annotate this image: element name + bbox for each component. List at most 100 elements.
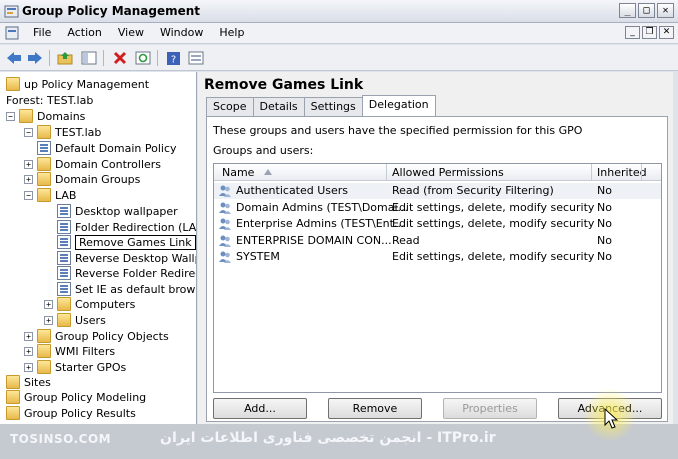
column-divider[interactable] xyxy=(641,164,642,181)
table-row[interactable]: SYSTEM Edit settings, delete, modify secu… xyxy=(214,249,661,265)
tree-item[interactable]: Group Policy Modeling xyxy=(6,389,146,405)
cell-inherited: No xyxy=(597,184,612,197)
table-row[interactable]: ENTERPRISE DOMAIN CON... Read No xyxy=(214,233,661,249)
tree-item[interactable]: + Users xyxy=(44,312,106,328)
tree-item[interactable]: + Computers xyxy=(44,296,135,312)
menu-view[interactable]: View xyxy=(110,26,152,39)
tree-item-label: Domains xyxy=(37,109,86,123)
tree-item[interactable]: Folder Redirection (LAB) xyxy=(44,219,197,235)
minimize-button[interactable]: _ xyxy=(619,3,636,18)
toolbar-separator xyxy=(157,50,158,66)
child-minimize-button[interactable]: _ xyxy=(625,26,640,39)
properties-button[interactable]: Properties xyxy=(443,398,537,419)
column-divider[interactable] xyxy=(591,164,592,181)
back-arrow-icon[interactable] xyxy=(5,49,23,67)
expand-icon[interactable]: + xyxy=(24,362,33,372)
tree-item-label: TEST.lab xyxy=(55,125,102,139)
cell-inherited: No xyxy=(597,250,612,263)
column-allowed-permissions[interactable]: Allowed Permissions xyxy=(392,166,504,179)
delegation-description: These groups and users have the specifie… xyxy=(213,124,583,137)
expand-icon[interactable]: + xyxy=(24,174,33,184)
console-tree[interactable]: up Policy Management Forest: TEST.lab − Dom… xyxy=(0,72,197,424)
tree-item[interactable]: Forest: TEST.lab xyxy=(6,92,93,108)
tree-item[interactable]: − Domains xyxy=(6,108,85,124)
tab-delegation[interactable]: Delegation xyxy=(361,95,436,116)
expand-icon[interactable]: + xyxy=(44,299,53,309)
table-row[interactable]: Authenticated Users Read (from Security F… xyxy=(214,183,661,199)
cell-permission: Edit settings, delete, modify security xyxy=(392,217,595,230)
column-inherited[interactable]: Inherited xyxy=(597,166,647,179)
tree-item[interactable]: Sites xyxy=(6,374,51,390)
tree-item-label: Group Policy Results xyxy=(24,406,136,420)
maximize-button[interactable]: □ xyxy=(638,3,655,18)
collapse-icon[interactable]: − xyxy=(6,111,15,121)
tab-scope[interactable]: Scope xyxy=(206,97,254,116)
tree-item[interactable]: + WMI Filters xyxy=(24,343,115,359)
toolbar: ? xyxy=(0,45,678,71)
tab-settings[interactable]: Settings xyxy=(303,97,363,116)
tree-item-label: WMI Filters xyxy=(55,344,116,358)
tree-item[interactable]: Desktop wallpaper xyxy=(44,203,178,219)
system-menu-icon[interactable] xyxy=(5,26,19,40)
domain-icon xyxy=(37,125,51,139)
expand-icon[interactable]: + xyxy=(24,159,33,169)
tree-item[interactable]: − LAB xyxy=(24,187,76,203)
help-icon[interactable]: ? xyxy=(164,49,182,67)
tree-item[interactable]: + Starter GPOs xyxy=(24,359,126,375)
tree-item[interactable]: Default Domain Policy xyxy=(24,140,177,156)
tab-strip: Scope Details Settings Delegation xyxy=(206,95,436,116)
tree-item[interactable]: − TEST.lab xyxy=(24,124,101,140)
tree-item-label: Domain Controllers xyxy=(55,157,162,171)
tree-item-label: Group Policy Objects xyxy=(55,329,169,343)
forward-arrow-icon[interactable] xyxy=(26,49,44,67)
menu-help[interactable]: Help xyxy=(211,26,252,39)
remove-button[interactable]: Remove xyxy=(328,398,422,419)
tree-item[interactable]: up Policy Management xyxy=(6,76,149,92)
menu-window[interactable]: Window xyxy=(152,26,211,39)
menu-file[interactable]: File xyxy=(25,26,59,39)
tree-item[interactable]: Reverse Desktop Wallpa xyxy=(44,250,196,266)
child-restore-button[interactable]: ❐ xyxy=(642,26,657,39)
gpm-app-icon xyxy=(4,5,19,18)
tree-item-label: Sites xyxy=(24,375,51,389)
user-group-icon xyxy=(219,251,231,263)
refresh-icon[interactable] xyxy=(134,49,152,67)
collapse-icon[interactable]: − xyxy=(24,127,33,137)
tree-item-label: Set IE as default browse xyxy=(75,282,197,296)
table-row[interactable]: Domain Admins (TEST\Domai... Edit setting… xyxy=(214,200,661,216)
add-button[interactable]: Add... xyxy=(213,398,307,419)
show-hide-tree-icon[interactable] xyxy=(80,49,98,67)
user-group-icon xyxy=(219,235,231,247)
gpo-link-icon xyxy=(57,266,71,280)
modeling-icon xyxy=(6,390,20,404)
tree-item[interactable]: + Domain Groups xyxy=(24,171,140,187)
user-group-icon xyxy=(219,185,231,197)
expand-icon[interactable]: + xyxy=(24,331,33,341)
tree-item[interactable]: Reverse Folder Redirect xyxy=(44,265,196,281)
menu-action[interactable]: Action xyxy=(59,26,109,39)
toolbar-separator xyxy=(49,50,50,66)
tree-item[interactable]: Set IE as default browse xyxy=(44,281,197,297)
tree-item[interactable]: Group Policy Results xyxy=(6,405,136,421)
tab-details[interactable]: Details xyxy=(252,97,305,116)
column-name[interactable]: Name xyxy=(222,166,254,179)
tree-item[interactable]: + Group Policy Objects xyxy=(24,328,169,344)
cell-name: Domain Admins (TEST\Domai... xyxy=(236,200,409,214)
up-folder-icon[interactable] xyxy=(56,49,74,67)
tree-item-label: Computers xyxy=(75,297,136,311)
delete-icon[interactable] xyxy=(111,49,129,67)
cell-name: ENTERPRISE DOMAIN CON... xyxy=(236,233,392,247)
properties-view-icon[interactable] xyxy=(187,49,205,67)
permissions-list[interactable]: Name Allowed Permissions Inherited Authe… xyxy=(213,163,662,393)
expand-icon[interactable]: + xyxy=(44,315,53,325)
collapse-icon[interactable]: − xyxy=(24,190,33,200)
tree-item-label: Folder Redirection (LAB) xyxy=(75,220,197,234)
tree-item-label: Starter GPOs xyxy=(55,360,127,374)
table-row[interactable]: Enterprise Admins (TEST\Ent... Edit setti… xyxy=(214,216,661,232)
tree-item[interactable]: + Domain Controllers xyxy=(24,156,161,172)
expand-icon[interactable]: + xyxy=(24,346,33,356)
child-close-button[interactable]: ✕ xyxy=(659,26,674,39)
close-button[interactable]: ✕ xyxy=(657,3,674,18)
tree-item[interactable]: Remove Games Link xyxy=(44,234,196,250)
column-divider[interactable] xyxy=(386,164,387,181)
